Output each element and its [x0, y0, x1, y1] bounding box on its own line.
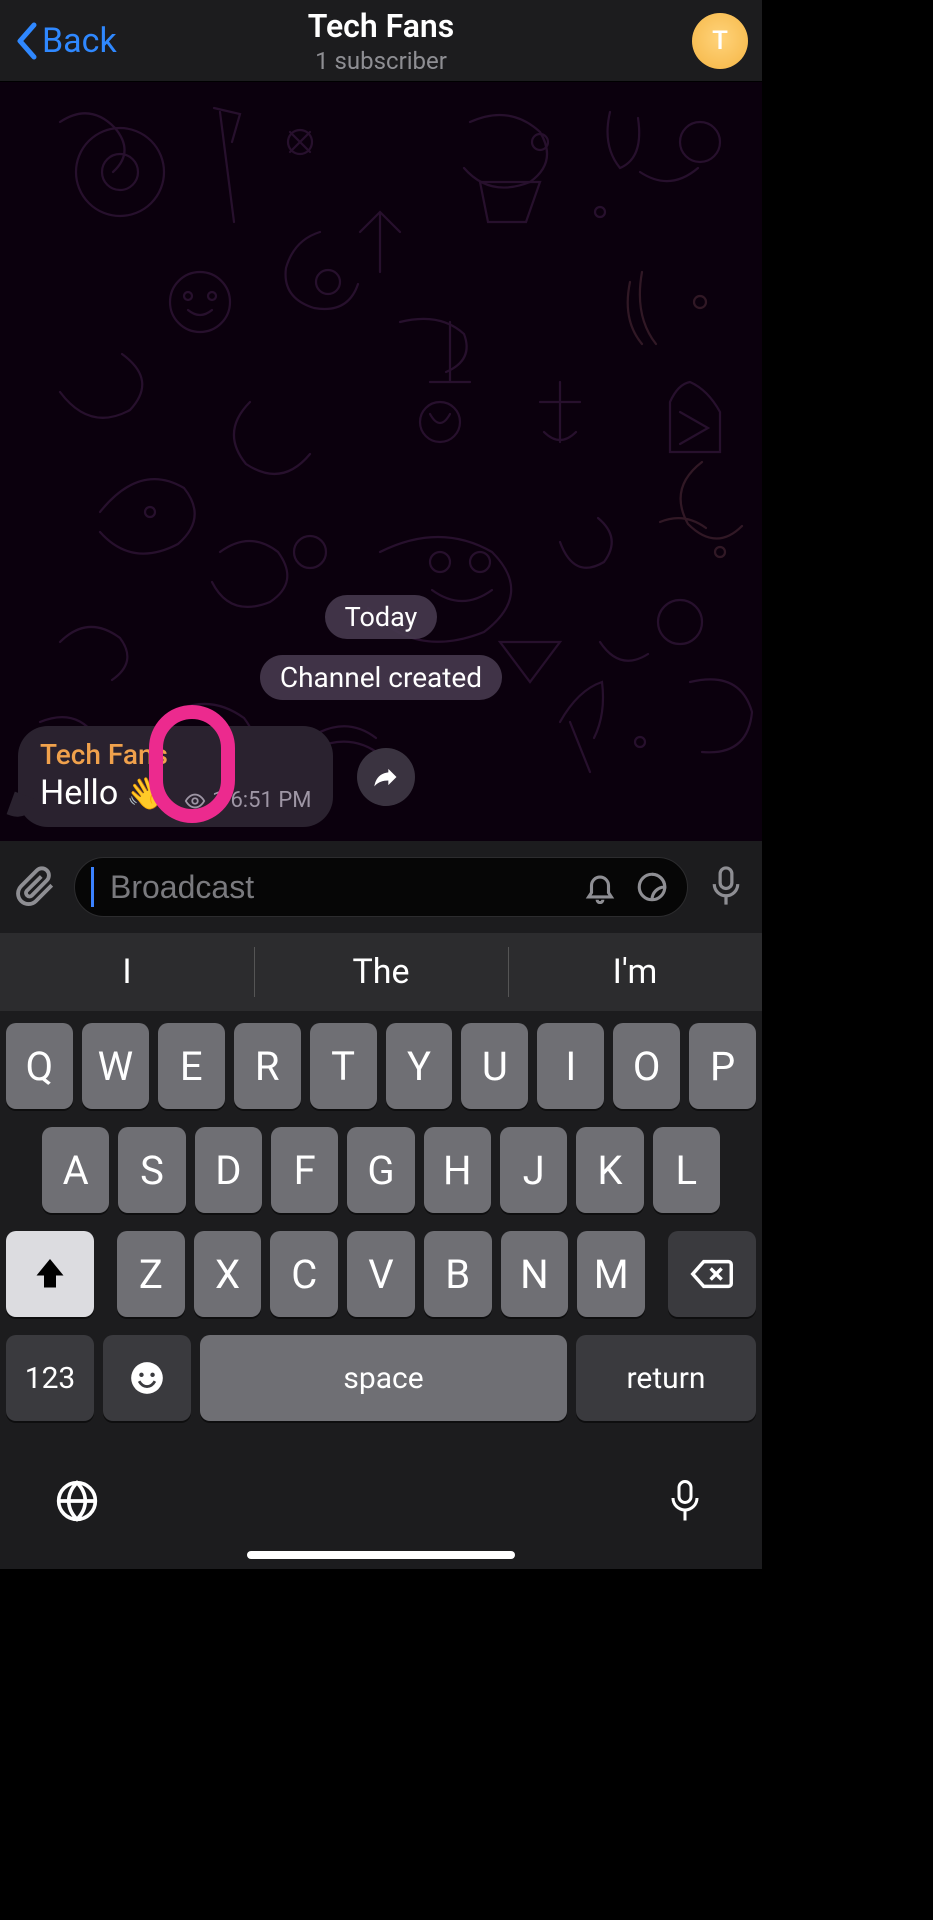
sticker-icon	[635, 870, 669, 904]
key-m[interactable]: M	[577, 1231, 645, 1317]
key-k[interactable]: K	[576, 1127, 643, 1213]
voice-message-button[interactable]	[700, 861, 752, 913]
message-row: Tech Fans Hello 👋 1 6:51 PM	[0, 726, 762, 827]
paperclip-icon	[15, 866, 57, 908]
suggestion-1[interactable]: I	[0, 933, 254, 1011]
message-sender: Tech Fans	[40, 738, 311, 771]
emoji-key[interactable]	[103, 1335, 191, 1421]
chat-header: Back Tech Fans 1 subscriber T	[0, 0, 762, 82]
key-j[interactable]: J	[500, 1127, 567, 1213]
key-x[interactable]: X	[194, 1231, 262, 1317]
backspace-icon	[690, 1257, 734, 1291]
key-u[interactable]: U	[461, 1023, 528, 1109]
back-label: Back	[42, 21, 117, 61]
key-n[interactable]: N	[501, 1231, 569, 1317]
key-t[interactable]: T	[310, 1023, 377, 1109]
chat-title[interactable]: Tech Fans	[308, 7, 455, 45]
emoji-icon	[128, 1359, 166, 1397]
text-cursor	[91, 867, 94, 907]
key-f[interactable]: F	[271, 1127, 338, 1213]
shift-icon	[32, 1256, 68, 1292]
key-h[interactable]: H	[424, 1127, 491, 1213]
space-key[interactable]: space	[200, 1335, 567, 1421]
message-time: 6:51 PM	[230, 788, 311, 813]
key-w[interactable]: W	[82, 1023, 149, 1109]
share-button[interactable]	[357, 748, 415, 806]
channel-avatar[interactable]: T	[692, 13, 748, 69]
keyboard: I The I'm QWERTYUIOP ASDFGHJKL ZXCVBNM 1…	[0, 933, 762, 1569]
home-indicator[interactable]	[247, 1551, 515, 1559]
suggestion-3[interactable]: I'm	[508, 933, 762, 1011]
key-b[interactable]: B	[424, 1231, 492, 1317]
message-input-container[interactable]	[74, 857, 688, 917]
message-bubble[interactable]: Tech Fans Hello 👋 1 6:51 PM	[18, 726, 333, 827]
chat-subtitle: 1 subscriber	[315, 47, 447, 75]
microphone-icon	[707, 865, 745, 909]
sticker-button[interactable]	[633, 868, 671, 906]
views-icon	[184, 790, 206, 812]
key-c[interactable]: C	[270, 1231, 338, 1317]
attach-button[interactable]	[10, 861, 62, 913]
key-d[interactable]: D	[195, 1127, 262, 1213]
bell-icon	[583, 870, 617, 904]
key-v[interactable]: V	[347, 1231, 415, 1317]
return-key[interactable]: return	[576, 1335, 756, 1421]
message-meta: 1 6:51 PM	[184, 788, 311, 813]
wave-emoji: 👋	[126, 774, 166, 812]
key-p[interactable]: P	[689, 1023, 756, 1109]
keyboard-suggestions: I The I'm	[0, 933, 762, 1011]
view-count: 1	[212, 788, 224, 813]
mute-button[interactable]	[581, 868, 619, 906]
key-y[interactable]: Y	[386, 1023, 453, 1109]
chat-area[interactable]: Today Channel created Tech Fans Hello 👋 …	[0, 82, 762, 841]
keyboard-globe-button[interactable]	[52, 1476, 102, 1526]
key-q[interactable]: Q	[6, 1023, 73, 1109]
date-separator: Today	[325, 595, 438, 639]
globe-icon	[55, 1479, 99, 1523]
back-button[interactable]: Back	[14, 21, 117, 61]
key-r[interactable]: R	[234, 1023, 301, 1109]
avatar-letter: T	[712, 26, 728, 56]
message-text: Hello	[40, 773, 118, 813]
system-message: Channel created	[260, 655, 502, 700]
compose-bar	[0, 841, 762, 933]
key-g[interactable]: G	[347, 1127, 414, 1213]
key-a[interactable]: A	[42, 1127, 109, 1213]
key-s[interactable]: S	[118, 1127, 185, 1213]
keyboard-dictation-button[interactable]	[660, 1476, 710, 1526]
message-input[interactable]	[110, 869, 567, 906]
key-i[interactable]: I	[537, 1023, 604, 1109]
chevron-left-icon	[14, 22, 38, 60]
numbers-key[interactable]: 123	[6, 1335, 94, 1421]
key-o[interactable]: O	[613, 1023, 680, 1109]
key-e[interactable]: E	[158, 1023, 225, 1109]
key-l[interactable]: L	[653, 1127, 720, 1213]
share-icon	[372, 763, 400, 791]
backspace-key[interactable]	[668, 1231, 756, 1317]
microphone-icon	[667, 1477, 703, 1525]
key-z[interactable]: Z	[117, 1231, 185, 1317]
suggestion-2[interactable]: The	[254, 933, 508, 1011]
shift-key[interactable]	[6, 1231, 94, 1317]
